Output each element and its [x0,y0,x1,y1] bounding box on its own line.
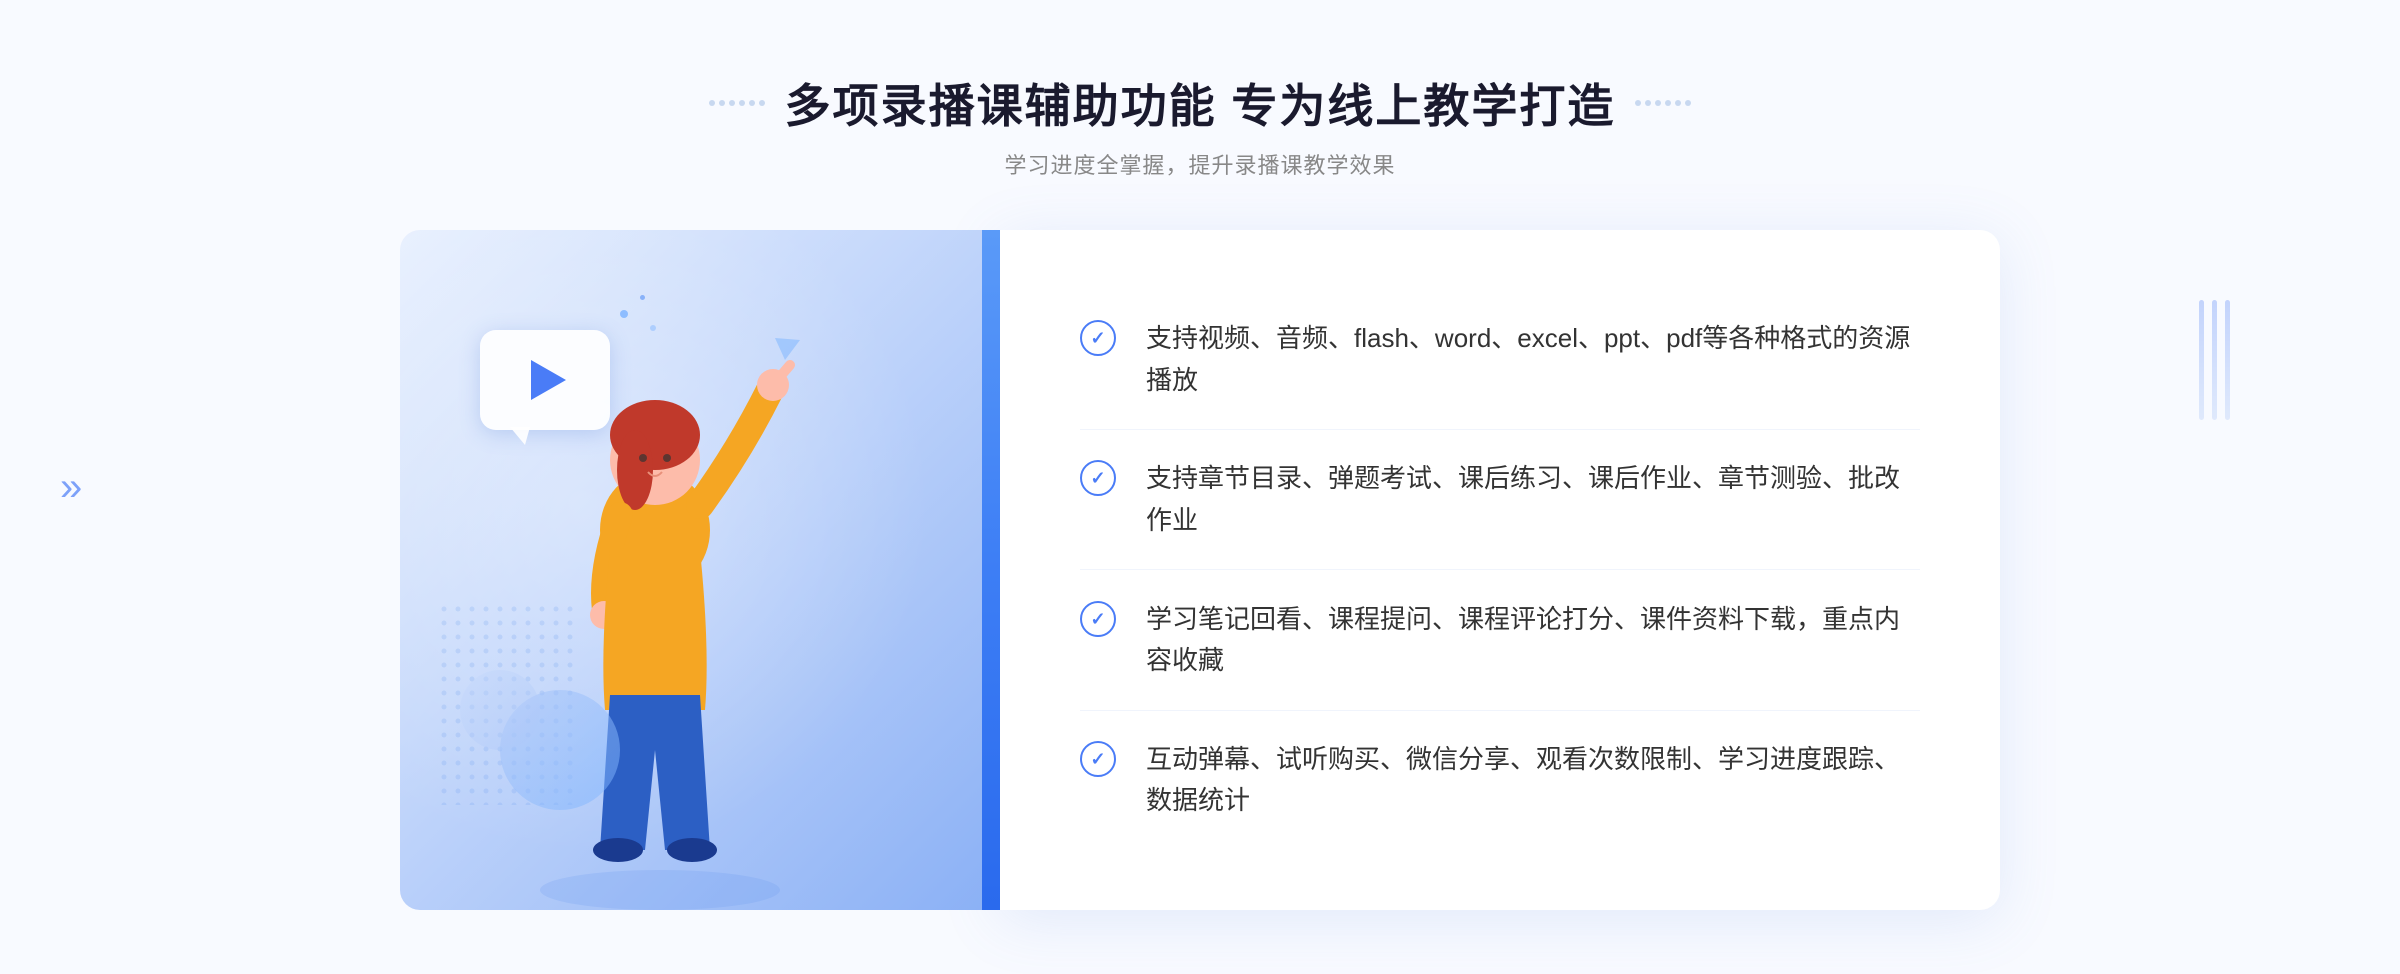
chevron-left-icon: » [60,471,82,503]
deco-dot [749,100,755,106]
feature-item-1: ✓ 支持视频、音频、flash、word、excel、ppt、pdf等各种格式的… [1080,290,1920,430]
check-circle-4: ✓ [1080,741,1116,777]
left-arrow-decoration: » [60,471,82,503]
right-content-section: ✓ 支持视频、音频、flash、word、excel、ppt、pdf等各种格式的… [1000,230,2000,910]
person-illustration [480,330,820,910]
deco-dot [739,100,745,106]
blue-bar [982,230,1000,910]
feature-text-2: 支持章节目录、弹题考试、课后练习、课后作业、章节测验、批改作业 [1146,458,1920,541]
deco-dot [729,100,735,106]
deco-dot [1685,100,1691,106]
header-decorators: 多项录播课辅助功能 专为线上教学打造 [709,70,1692,136]
stripe-1 [2199,300,2204,420]
feature-item-4: ✓ 互动弹幕、试听购买、微信分享、观看次数限制、学习进度跟踪、数据统计 [1080,711,1920,850]
deco-dot [759,100,765,106]
deco-dot [1675,100,1681,106]
check-icon-2: ✓ [1080,460,1116,496]
deco-dot [1635,100,1641,106]
stripe-2 [2212,300,2217,420]
sub-title: 学习进度全掌握，提升录播课教学效果 [709,148,1692,180]
check-icon-3: ✓ [1080,601,1116,637]
feature-item-2: ✓ 支持章节目录、弹题考试、课后练习、课后作业、章节测验、批改作业 [1080,430,1920,570]
check-icon-1: ✓ [1080,320,1116,356]
check-circle-1: ✓ [1080,320,1116,356]
page-container: » 多项录播课辅助功能 专为线上教学打造 [0,0,2400,974]
deco-dot [1655,100,1661,106]
main-title: 多项录播课辅助功能 专为线上教学打造 [785,70,1616,136]
deco-circle-small [460,670,540,750]
stripe-3 [2225,300,2230,420]
feature-text-1: 支持视频、音频、flash、word、excel、ppt、pdf等各种格式的资源… [1146,318,1920,401]
check-circle-3: ✓ [1080,601,1116,637]
feature-text-4: 互动弹幕、试听购买、微信分享、观看次数限制、学习进度跟踪、数据统计 [1146,739,1920,822]
check-circle-2: ✓ [1080,460,1116,496]
feature-item-3: ✓ 学习笔记回看、课程提问、课程评论打分、课件资料下载，重点内容收藏 [1080,571,1920,711]
deco-dot [1665,100,1671,106]
deco-dot [709,100,715,106]
check-mark-4: ✓ [1090,750,1105,768]
deco-dot [719,100,725,106]
check-mark-3: ✓ [1090,610,1105,628]
feature-text-3: 学习笔记回看、课程提问、课程评论打分、课件资料下载，重点内容收藏 [1146,599,1920,682]
check-mark-1: ✓ [1090,329,1105,347]
check-mark-2: ✓ [1090,469,1105,487]
stripes-decoration [2199,300,2230,420]
deco-dot [1645,100,1651,106]
left-image-section [400,230,1000,910]
main-content: ✓ 支持视频、音频、flash、word、excel、ppt、pdf等各种格式的… [400,230,2000,910]
check-icon-4: ✓ [1080,741,1116,777]
header-section: 多项录播课辅助功能 专为线上教学打造 学习进度全掌握，提升录播课教学效果 [709,0,1692,180]
